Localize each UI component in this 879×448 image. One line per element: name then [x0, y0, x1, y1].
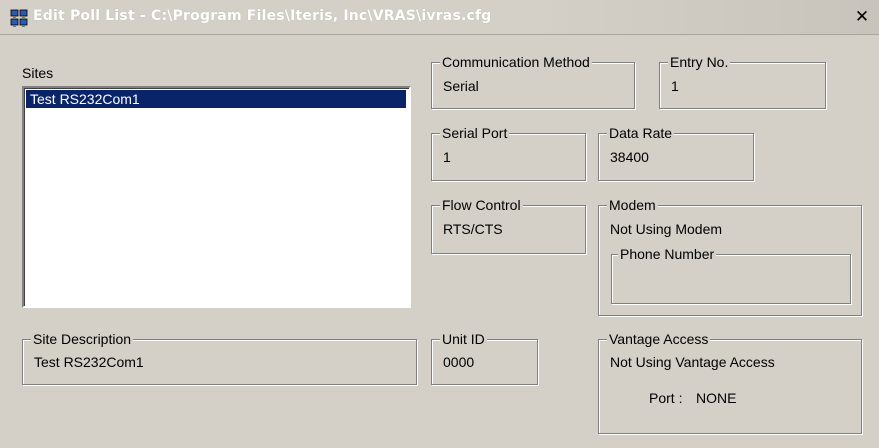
serial-port-value: 1: [443, 149, 451, 165]
site-description-label: Site Description: [31, 331, 134, 347]
close-icon: ✕: [854, 7, 870, 27]
title-bar[interactable]: Edit Poll List - C:\Program Files\Iteris…: [0, 0, 879, 35]
sites-listbox[interactable]: Test RS232Com1: [22, 86, 411, 308]
vantage-access-value: Not Using Vantage Access: [610, 354, 775, 370]
communication-method-value: Serial: [443, 78, 479, 94]
vantage-port-label: Port :: [649, 390, 683, 406]
data-rate-group: Data Rate 38400: [598, 125, 754, 181]
vantage-access-label: Vantage Access: [607, 331, 711, 347]
sites-label: Sites: [22, 65, 54, 81]
site-description-value: Test RS232Com1: [34, 354, 144, 370]
data-rate-label: Data Rate: [607, 125, 675, 141]
serial-port-group: Serial Port 1: [431, 125, 586, 181]
unit-id-value: 0000: [443, 354, 475, 370]
entry-no-group: Entry No. 1: [659, 54, 826, 109]
modem-group: Modem Not Using Modem Phone Number: [598, 197, 862, 316]
flow-control-group: Flow Control RTS/CTS: [431, 197, 586, 254]
network-computers-icon: [10, 9, 28, 27]
modem-label: Modem: [607, 197, 658, 213]
serial-port-label: Serial Port: [440, 125, 510, 141]
phone-number-group: Phone Number: [611, 246, 851, 304]
communication-method-group: Communication Method Serial: [431, 54, 635, 109]
communication-method-label: Communication Method: [440, 54, 592, 70]
list-item[interactable]: Test RS232Com1: [26, 90, 406, 108]
entry-no-value: 1: [671, 78, 679, 94]
flow-control-value: RTS/CTS: [443, 221, 503, 237]
phone-number-label: Phone Number: [618, 246, 717, 262]
modem-value: Not Using Modem: [610, 221, 723, 237]
flow-control-label: Flow Control: [440, 197, 523, 213]
close-button[interactable]: ✕: [852, 7, 872, 27]
vantage-access-group: Vantage Access Not Using Vantage Access …: [598, 331, 862, 434]
entry-no-label: Entry No.: [668, 54, 731, 70]
site-description-group: Site Description Test RS232Com1: [22, 331, 417, 385]
data-rate-value: 38400: [610, 149, 649, 165]
window-title: Edit Poll List - C:\Program Files\Iteris…: [33, 8, 492, 24]
vantage-port-value: NONE: [696, 390, 737, 406]
unit-id-group: Unit ID 0000: [431, 331, 538, 385]
unit-id-label: Unit ID: [440, 331, 487, 347]
